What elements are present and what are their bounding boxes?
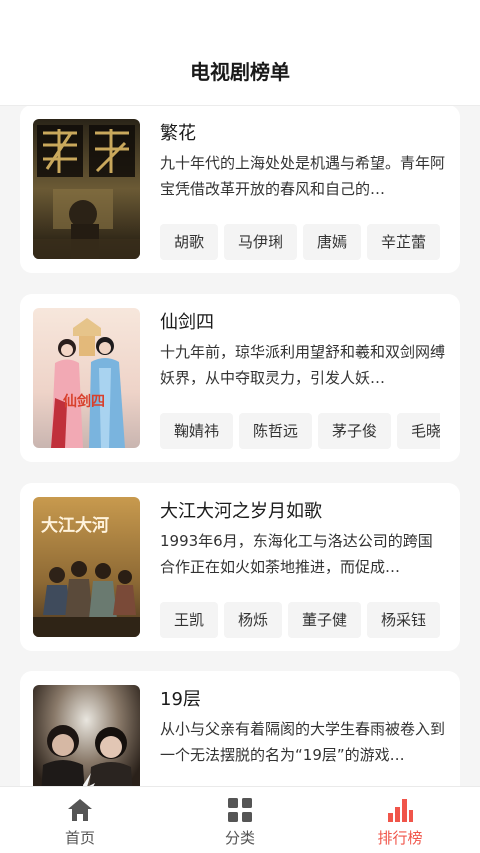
drama-card[interactable]: 大江大河 大江大河之岁月如歌 1993年6月，东海化工与洛达公司的跨国合作正在如… <box>20 483 460 651</box>
drama-description: 九十年代的上海处处是机遇与希望。青年阿宝凭借改革开放的春风和自己的… <box>160 154 445 198</box>
tab-home[interactable]: 首页 <box>0 787 160 853</box>
drama-title[interactable]: 繁花 <box>160 119 196 145</box>
svg-text:仙剑四: 仙剑四 <box>63 393 105 410</box>
poster-19ceng-icon <box>33 685 140 786</box>
app-root: 电视剧榜单 繁花 九十年代的上海处处是机遇与希望。青年阿宝凭借改革开放的春风和自… <box>0 0 480 853</box>
poster-xianjian-icon: 仙剑四 <box>33 308 140 448</box>
cast-tags: 王凯 杨烁 董子健 杨采钰 <box>160 602 440 638</box>
drama-title[interactable]: 仙剑四 <box>160 308 214 334</box>
header: 电视剧榜单 <box>0 0 480 106</box>
cast-tag[interactable]: 马伊琍 <box>224 224 298 260</box>
cast-tag[interactable]: 茅子俊 <box>318 413 392 449</box>
poster-image: 大江大河 <box>33 497 140 637</box>
poster-image <box>33 119 140 259</box>
grid-icon <box>228 798 252 822</box>
poster-dajiang-icon: 大江大河 <box>33 497 140 637</box>
cast-tags: 鞠婧祎 陈哲远 茅子俊 毛晓 <box>160 413 440 449</box>
poster-image <box>33 685 140 786</box>
tab-category[interactable]: 分类 <box>160 787 320 853</box>
cast-tag[interactable]: 毛晓 <box>397 413 440 449</box>
drama-card[interactable]: 仙剑四 仙剑四 十九年前，琼华派利用望舒和羲和双剑网缚妖界，从中夺取灵力，引发人… <box>20 294 460 462</box>
bar-chart-icon <box>388 799 413 822</box>
drama-card[interactable]: 繁花 九十年代的上海处处是机遇与希望。青年阿宝凭借改革开放的春风和自己的… 胡歌… <box>20 106 460 273</box>
cast-tags: 胡歌 马伊琍 唐嫣 辛芷蕾 <box>160 224 440 260</box>
tab-label: 首页 <box>64 829 95 847</box>
svg-text:大江大河: 大江大河 <box>41 515 109 536</box>
bottom-tab-bar: 首页 分类 排行榜 <box>0 786 480 853</box>
page-title: 电视剧榜单 <box>190 60 290 84</box>
cast-tag[interactable]: 鞠婧祎 <box>160 413 234 449</box>
poster-fanhua-icon <box>33 119 140 259</box>
tab-label: 排行榜 <box>377 829 423 847</box>
cast-tag[interactable]: 唐嫣 <box>303 224 362 260</box>
drama-card[interactable]: 19层 从小与父亲有着隔阂的大学生春雨被卷入到一个无法摆脱的名为“19层”的游戏… <box>20 671 460 786</box>
tab-ranking[interactable]: 排行榜 <box>320 787 480 853</box>
cast-tag[interactable]: 辛芷蕾 <box>367 224 440 260</box>
drama-title[interactable]: 大江大河之岁月如歌 <box>160 497 322 523</box>
cast-tag[interactable]: 王凯 <box>160 602 219 638</box>
cast-tag[interactable]: 陈哲远 <box>239 413 313 449</box>
drama-title[interactable]: 19层 <box>160 685 201 711</box>
home-icon <box>68 799 92 821</box>
cast-tag[interactable]: 杨采钰 <box>367 602 440 638</box>
drama-description: 从小与父亲有着隔阂的大学生春雨被卷入到一个无法摆脱的名为“19层”的游戏… <box>160 720 445 764</box>
cast-tag[interactable]: 胡歌 <box>160 224 219 260</box>
drama-description: 十九年前，琼华派利用望舒和羲和双剑网缚妖界，从中夺取灵力，引发人妖… <box>160 343 445 387</box>
cast-tag[interactable]: 杨烁 <box>224 602 283 638</box>
tab-label: 分类 <box>224 829 255 847</box>
drama-description: 1993年6月，东海化工与洛达公司的跨国合作正在如火如荼地推进，而促成… <box>160 532 433 576</box>
drama-list[interactable]: 繁花 九十年代的上海处处是机遇与希望。青年阿宝凭借改革开放的春风和自己的… 胡歌… <box>0 106 480 786</box>
poster-image: 仙剑四 <box>33 308 140 448</box>
cast-tag[interactable]: 董子健 <box>288 602 362 638</box>
